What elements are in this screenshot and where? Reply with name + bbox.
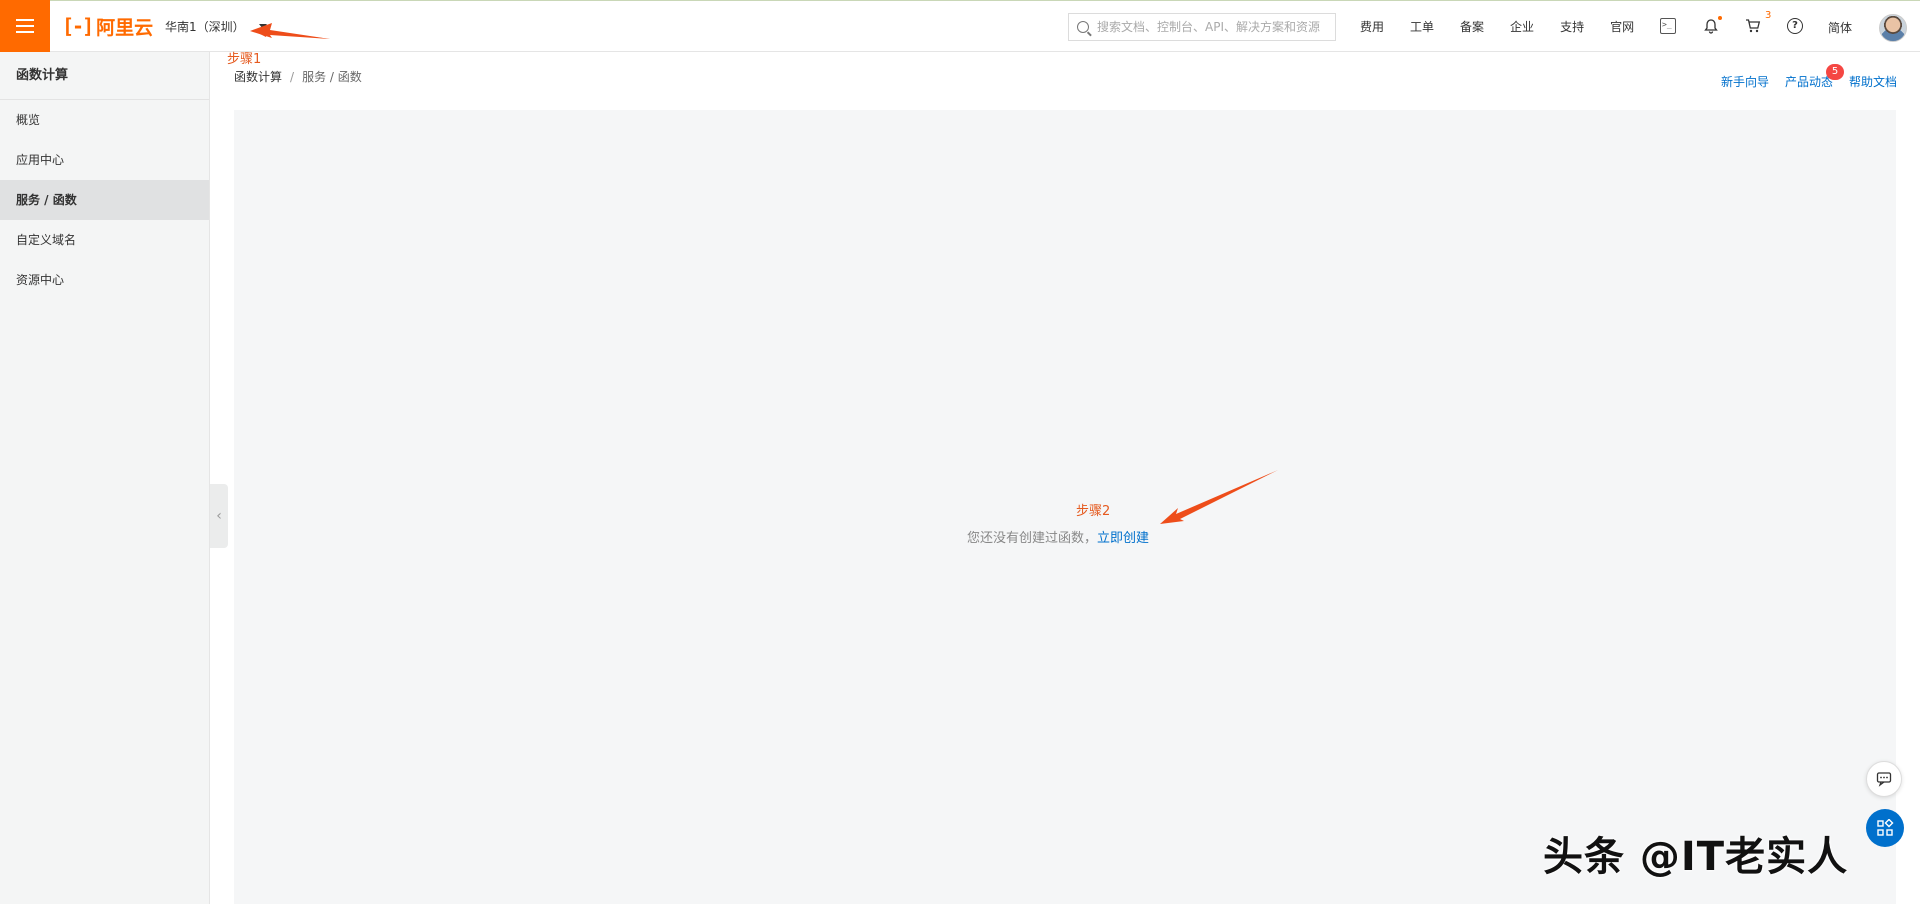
search-icon	[1077, 21, 1089, 33]
nav-fees[interactable]: 费用	[1360, 18, 1384, 35]
sidebar-item-services-functions[interactable]: 服务 / 函数	[0, 180, 209, 220]
sidebar-item-overview[interactable]: 概览	[0, 100, 209, 140]
nav-official-site[interactable]: 官网	[1610, 18, 1634, 35]
news-count-badge: 5	[1826, 64, 1844, 80]
help-docs-link[interactable]: 帮助文档	[1849, 73, 1897, 90]
create-now-link[interactable]: 立即创建	[1097, 531, 1149, 546]
language-switch[interactable]: 简体	[1828, 19, 1852, 36]
cart-icon[interactable]	[1745, 18, 1761, 34]
sidebar-menu: 概览 应用中心 服务 / 函数 自定义域名 资源中心	[0, 100, 209, 300]
cart-count-badge: 3	[1765, 10, 1772, 21]
top-nav-links: 费用 工单 备案 企业 支持 官网	[1360, 0, 1660, 52]
breadcrumb-root[interactable]: 函数计算	[234, 70, 282, 84]
global-search[interactable]	[1068, 13, 1336, 41]
function-list-empty-panel	[234, 110, 1896, 904]
breadcrumb-separator: /	[290, 70, 295, 84]
search-input[interactable]	[1097, 20, 1327, 34]
nav-support[interactable]: 支持	[1560, 18, 1584, 35]
breadcrumb: 函数计算 / 服务 / 函数	[234, 68, 362, 85]
hamburger-icon	[16, 19, 34, 33]
top-navigation-bar: [-] 阿里云 华南1（深圳） 费用 工单 备案 企业 支持 官网 3 ? 简体	[0, 0, 1920, 52]
empty-state-text: 您还没有创建过函数，	[967, 531, 1098, 546]
watermark-text: 头条 @IT老实人	[1543, 834, 1849, 880]
nav-icp[interactable]: 备案	[1460, 18, 1484, 35]
caret-down-icon	[258, 24, 267, 29]
aliyun-logo[interactable]: [-] 阿里云	[62, 14, 154, 39]
breadcrumb-current: 服务 / 函数	[302, 70, 362, 84]
news-link[interactable]: 产品动态	[1785, 73, 1833, 90]
guide-link[interactable]: 新手向导	[1721, 73, 1769, 90]
chevron-left-icon: ‹	[216, 508, 222, 524]
bell-icon[interactable]	[1703, 16, 1722, 34]
apps-grid-icon	[1877, 819, 1894, 836]
nav-enterprise[interactable]: 企业	[1510, 18, 1534, 35]
step2-annotation: 步骤2	[1076, 504, 1111, 519]
region-label: 华南1（深圳）	[165, 20, 245, 34]
nav-tickets[interactable]: 工单	[1410, 18, 1434, 35]
logo-bracket-icon: [-]	[62, 14, 94, 38]
terminal-icon[interactable]	[1660, 18, 1676, 34]
sidebar-collapse-button[interactable]: ‹	[210, 484, 228, 548]
hamburger-menu-button[interactable]	[0, 0, 50, 52]
apps-button[interactable]	[1866, 809, 1904, 847]
notification-dot	[1718, 16, 1722, 20]
sidebar-item-app-center[interactable]: 应用中心	[0, 140, 209, 180]
chat-button[interactable]	[1866, 761, 1902, 797]
step1-annotation: 步骤1	[227, 52, 262, 67]
sidebar: 函数计算 概览 应用中心 服务 / 函数 自定义域名 资源中心	[0, 52, 210, 904]
chat-icon	[1876, 772, 1892, 787]
logo-text: 阿里云	[96, 16, 154, 39]
sidebar-title: 函数计算	[0, 52, 209, 100]
region-selector[interactable]: 华南1（深圳）	[165, 18, 267, 35]
user-avatar[interactable]	[1879, 14, 1907, 42]
help-icon[interactable]: ?	[1787, 18, 1803, 34]
page-help-links: 新手向导 产品动态 帮助文档	[1721, 73, 1897, 90]
sidebar-item-custom-domain[interactable]: 自定义域名	[0, 220, 209, 260]
sidebar-item-resource-center[interactable]: 资源中心	[0, 260, 209, 300]
empty-state-message: 您还没有创建过函数，立即创建	[967, 527, 1149, 546]
